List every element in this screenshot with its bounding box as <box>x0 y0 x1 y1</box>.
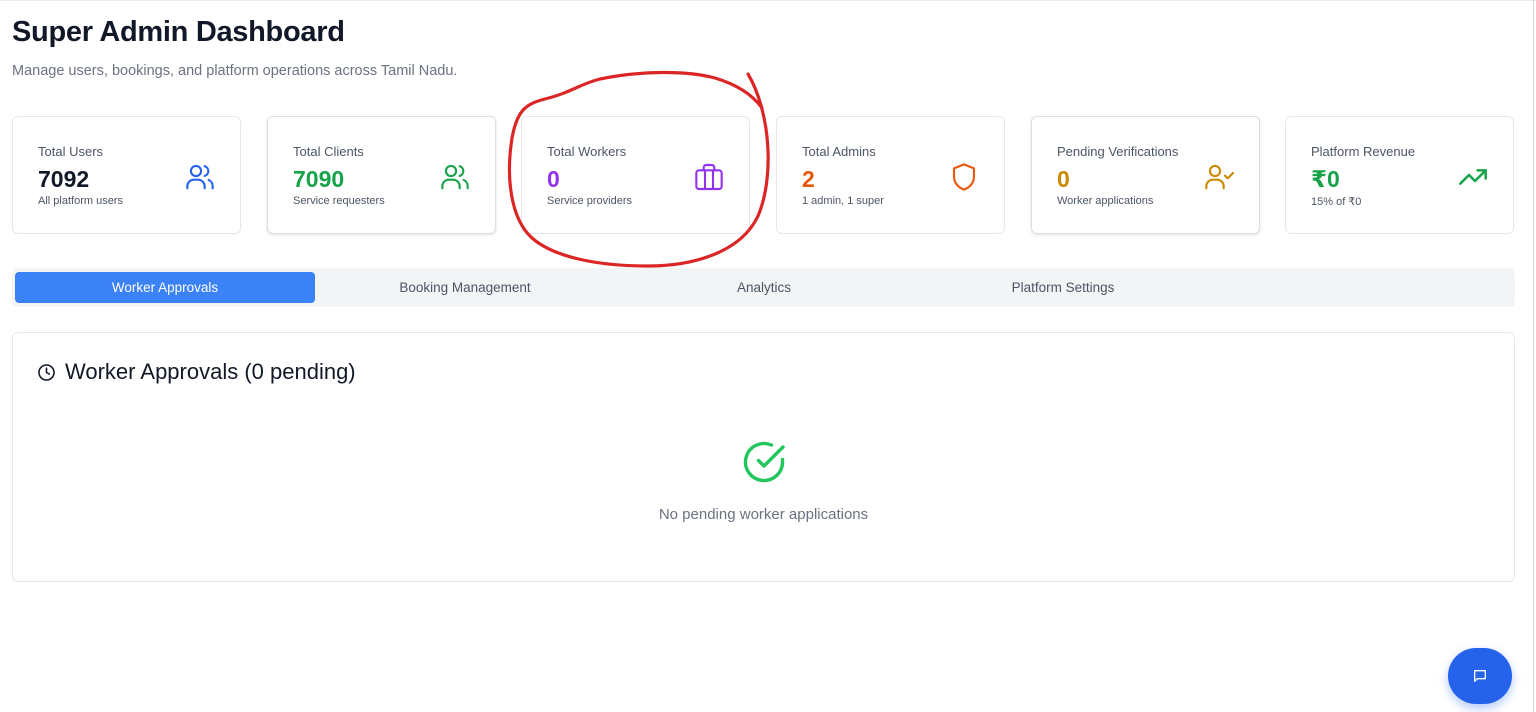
panel-title: Worker Approvals (0 pending) <box>65 359 356 384</box>
clock-icon <box>37 363 56 382</box>
dashboard-page: Super Admin Dashboard Manage users, book… <box>0 0 1536 712</box>
stat-caption: Service providers <box>547 195 632 207</box>
briefcase-icon <box>693 161 725 193</box>
stat-card-platform-revenue: Platform Revenue ₹0 15% of ₹0 <box>1285 116 1514 234</box>
stat-value: 0 <box>547 166 560 192</box>
stat-value: 7092 <box>38 166 90 192</box>
shield-icon <box>948 161 980 193</box>
stat-card-total-clients: Total Clients 7090 Service requesters <box>267 116 496 234</box>
stat-card-total-admins: Total Admins 2 1 admin, 1 super <box>776 116 1005 234</box>
page-title: Super Admin Dashboard <box>12 16 345 48</box>
tab-bar: Worker Approvals Booking Management Anal… <box>12 268 1515 307</box>
stat-card-pending-verifications: Pending Verifications 0 Worker applicati… <box>1031 116 1260 234</box>
stat-label: Total Admins <box>802 144 876 159</box>
stat-caption: Service requesters <box>293 195 385 207</box>
stat-label: Platform Revenue <box>1311 144 1416 159</box>
chat-icon <box>1474 670 1486 682</box>
tab-worker-approvals[interactable]: Worker Approvals <box>15 272 315 303</box>
stat-label: Pending Verifications <box>1057 144 1179 159</box>
top-divider <box>0 0 1536 1</box>
empty-state-message: No pending worker applications <box>658 506 869 523</box>
stat-caption: 15% of ₹0 <box>1311 196 1362 208</box>
stat-caption: Worker applications <box>1057 195 1154 207</box>
stat-card-total-workers: Total Workers 0 Service providers <box>521 116 750 234</box>
stat-card-total-users: Total Users 7092 All platform users <box>12 116 241 234</box>
stat-value: 0 <box>1057 166 1070 192</box>
tab-analytics[interactable]: Analytics <box>614 272 914 303</box>
tab-platform-settings[interactable]: Platform Settings <box>913 272 1213 303</box>
stat-value: ₹0 <box>1311 166 1340 192</box>
stat-caption: All platform users <box>38 195 123 207</box>
stat-value: 2 <box>802 166 815 192</box>
stat-label: Total Users <box>38 144 104 159</box>
stat-label: Total Clients <box>293 144 364 159</box>
tab-booking-management[interactable]: Booking Management <box>315 272 615 303</box>
stat-caption: 1 admin, 1 super <box>802 195 884 207</box>
worker-approvals-panel: Worker Approvals (0 pending) No pending … <box>12 332 1515 582</box>
panel-header: Worker Approvals (0 pending) <box>37 357 356 387</box>
stat-value: 7090 <box>293 166 345 192</box>
user-check-icon <box>1203 161 1235 193</box>
users-icon <box>439 161 471 193</box>
users-icon <box>184 161 216 193</box>
page-subtitle: Manage users, bookings, and platform ope… <box>12 63 458 79</box>
check-circle-icon <box>740 438 788 486</box>
stat-label: Total Workers <box>547 144 627 159</box>
scrollbar-edge <box>1533 0 1534 712</box>
trending-up-icon <box>1457 161 1489 193</box>
chat-button[interactable] <box>1448 648 1512 704</box>
